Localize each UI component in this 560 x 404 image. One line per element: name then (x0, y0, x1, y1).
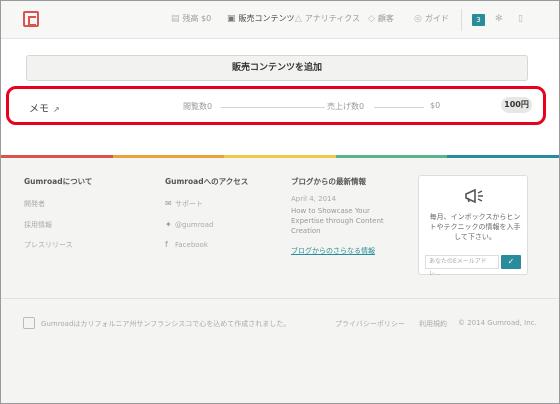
gear-icon[interactable]: ✻ (495, 14, 503, 24)
product-price-badge: 100円 (501, 97, 532, 113)
facebook-icon: f (165, 240, 168, 249)
document-icon[interactable]: ▯ (518, 14, 523, 24)
footer: Gumroadについて 開発者 採用情報 プレスリリース Gumroadへのアク… (1, 158, 559, 298)
wallet-icon: ▤ (171, 13, 180, 24)
megaphone-icon (465, 188, 483, 204)
nav-analytics[interactable]: △ アナリティクス (295, 13, 360, 24)
product-revenue: $0 (430, 101, 441, 110)
newsletter-text: 毎月、インボックスからヒントやテクニックの情報を入手して下さい。 (429, 213, 521, 241)
product-sales: 売上げ数0 (327, 102, 365, 111)
compass-icon: ◎ (414, 13, 422, 24)
product-name: メモ (29, 104, 49, 115)
nav-products-label: 販売コンテンツ (238, 14, 295, 23)
nav-products[interactable]: ▣ 販売コンテンツ (227, 13, 295, 24)
footer-support-label: サポート (175, 200, 203, 208)
nav-balance-label: 残高 $0 (182, 14, 212, 23)
nav-analytics-label: アナリティクス (304, 14, 361, 23)
mail-icon: ✉ (165, 199, 172, 208)
nav-customers[interactable]: ◇ 顧客 (368, 13, 394, 24)
copyright-text: © 2014 Gumroad, Inc. (458, 319, 537, 327)
footer-link-press[interactable]: プレスリリース (24, 240, 73, 250)
footer-link-jobs[interactable]: 採用情報 (24, 220, 52, 230)
footer-link-support[interactable]: ✉ サポート (165, 199, 203, 209)
footer-twitter-label: @gumroad (175, 221, 214, 229)
twitter-icon: ✦ (165, 220, 172, 229)
notification-badge[interactable]: 3 (472, 14, 485, 26)
nav-customers-label: 顧客 (377, 14, 394, 23)
privacy-link[interactable]: プライバシーポリシー (335, 319, 405, 329)
product-row[interactable]: メモ ↗ 閲覧数0 売上げ数0 $0 100円 (6, 86, 546, 125)
nav-divider (461, 9, 462, 31)
blog-post-title[interactable]: How to Showcase Your Expertise through C… (291, 206, 391, 236)
external-link-icon: ↗ (53, 105, 60, 114)
newsletter-email-input[interactable]: あなたのEメールアドレ... (425, 255, 499, 277)
nav-guide-label: ガイド (424, 14, 449, 23)
add-product-button[interactable]: 販売コンテンツを追加 (26, 55, 528, 81)
gumroad-small-logo-icon (23, 317, 35, 329)
nav-guide[interactable]: ◎ ガイド (414, 13, 449, 24)
product-views: 閲覧数0 (183, 102, 213, 111)
blog-more-link[interactable]: ブログからのさらなる情報 (291, 246, 375, 256)
footer-link-twitter[interactable]: ✦ @gumroad (165, 220, 213, 229)
terms-link[interactable]: 利用規約 (419, 319, 447, 329)
footer-bottom: Gumroadはカリフォルニア州サンフランシスコで心を込めて作成されました。 プ… (1, 298, 559, 403)
package-icon: ▣ (227, 13, 236, 24)
top-navbar: ▤ 残高 $0 ▣ 販売コンテンツ △ アナリティクス ◇ 顧客 ◎ ガイド 3… (1, 1, 559, 39)
footer-link-developers[interactable]: 開発者 (24, 199, 45, 209)
tag-icon: ◇ (368, 13, 375, 24)
nav-balance[interactable]: ▤ 残高 $0 (171, 13, 211, 24)
sales-progress-line (374, 107, 424, 108)
views-progress-line (221, 107, 325, 108)
newsletter-box: 毎月、インボックスからヒントやテクニックの情報を入手して下さい。 あなたのEメー… (418, 175, 528, 277)
newsletter-submit-button[interactable]: ✓ (501, 255, 521, 269)
footer-link-facebook[interactable]: f Facebook (165, 240, 208, 249)
footer-blog-title: ブログからの最新情報 (291, 177, 366, 186)
gumroad-logo-icon[interactable] (23, 11, 39, 27)
checkmark-icon: ✓ (507, 257, 515, 266)
footer-about-title: Gumroadについて (24, 177, 93, 186)
product-name-link[interactable]: メモ ↗ (29, 100, 60, 115)
made-in-text: Gumroadはカリフォルニア州サンフランシスコで心を込めて作成されました。 (41, 320, 291, 328)
blog-post-date: April 4, 2014 (291, 195, 336, 203)
footer-facebook-label: Facebook (175, 241, 208, 249)
chart-icon: △ (295, 13, 302, 24)
footer-access-title: Gumroadへのアクセス (165, 177, 249, 186)
